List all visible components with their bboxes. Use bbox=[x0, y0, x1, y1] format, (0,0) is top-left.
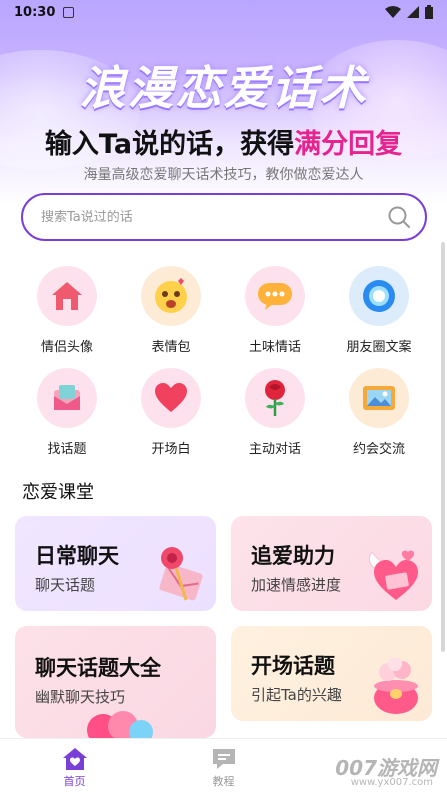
status-time: 10:30 bbox=[14, 4, 56, 20]
envelope-icon bbox=[37, 368, 97, 428]
home-icon bbox=[62, 748, 87, 770]
feature-label: 找话题 bbox=[47, 442, 87, 457]
feature-moments-copy[interactable]: 朋友圈文案 bbox=[329, 266, 429, 355]
scrollbar[interactable] bbox=[441, 242, 445, 652]
notification-icon bbox=[63, 6, 75, 18]
heart-balloons-icon bbox=[87, 711, 153, 738]
card-title: 日常聊天 bbox=[35, 544, 119, 568]
card-subtitle: 聊天话题 bbox=[35, 576, 96, 594]
watermark-url: www.yx007.com bbox=[350, 777, 433, 788]
winged-heart-icon bbox=[368, 550, 418, 600]
card-subtitle: 引起Ta的兴趣 bbox=[251, 686, 342, 704]
hero-description: 海量高级恋爱聊天话术技巧，教你做恋爱达人 bbox=[83, 167, 364, 183]
chat-bubble-icon bbox=[245, 266, 305, 326]
nav-tutorial[interactable]: 教程 bbox=[149, 739, 298, 794]
gift-box-icon bbox=[374, 657, 418, 714]
feature-date-talk[interactable]: 约会交流 bbox=[329, 368, 429, 457]
card-title: 追爱助力 bbox=[251, 544, 335, 568]
nav-home-label: 首页 bbox=[63, 775, 86, 788]
app-title: 浪漫恋爱话术 bbox=[79, 61, 368, 115]
house-icon bbox=[37, 266, 97, 326]
feature-label: 朋友圈文案 bbox=[346, 340, 412, 355]
rose-envelope-icon bbox=[159, 547, 203, 601]
wifi-icon bbox=[385, 6, 401, 18]
heart-icon bbox=[141, 368, 201, 428]
feature-find-topic[interactable]: 找话题 bbox=[17, 368, 117, 457]
feature-label: 情侣头像 bbox=[40, 340, 93, 355]
message-icon bbox=[212, 749, 235, 769]
feature-couple-avatar[interactable]: 情侣头像 bbox=[17, 266, 117, 355]
feature-opening-lines[interactable]: 开场白 bbox=[121, 368, 221, 457]
search-icon[interactable] bbox=[387, 205, 411, 229]
ring-icon bbox=[349, 266, 409, 326]
feature-label: 表情包 bbox=[151, 340, 191, 355]
feature-label: 土味情话 bbox=[248, 340, 301, 355]
battery-icon bbox=[425, 5, 433, 19]
hero-subtitle-main: 输入Ta说的话，获得 bbox=[44, 129, 295, 160]
search-input[interactable] bbox=[41, 209, 387, 225]
card-pursue-love[interactable]: 追爱助力 加速情感进度 bbox=[231, 516, 432, 611]
card-topics-collection[interactable]: 聊天话题大全 幽默聊天技巧 bbox=[15, 626, 216, 738]
card-opening-topics[interactable]: 开场话题 引起Ta的兴趣 bbox=[231, 626, 432, 721]
nav-tutorial-label: 教程 bbox=[212, 775, 235, 788]
signal-icon bbox=[407, 6, 419, 18]
feature-label: 约会交流 bbox=[352, 442, 405, 457]
rose-icon bbox=[245, 368, 305, 428]
feature-label: 主动对话 bbox=[248, 442, 301, 457]
emoji-icon bbox=[141, 266, 201, 326]
status-bar: 10:30 bbox=[0, 0, 447, 24]
feature-cheesy-lines[interactable]: 土味情话 bbox=[225, 266, 325, 355]
card-subtitle: 幽默聊天技巧 bbox=[35, 688, 126, 706]
feature-stickers[interactable]: 表情包 bbox=[121, 266, 221, 355]
nav-home[interactable]: 首页 bbox=[0, 739, 149, 794]
card-title: 开场话题 bbox=[251, 654, 335, 678]
search-bar[interactable] bbox=[21, 193, 427, 241]
card-title: 聊天话题大全 bbox=[35, 656, 161, 680]
card-daily-chat[interactable]: 日常聊天 聊天话题 bbox=[15, 516, 216, 611]
hero-subtitle-highlight: 满分回复 bbox=[294, 129, 403, 160]
feature-label: 开场白 bbox=[151, 442, 191, 457]
picture-icon bbox=[349, 368, 409, 428]
card-subtitle: 加速情感进度 bbox=[251, 576, 342, 594]
feature-start-conversation[interactable]: 主动对话 bbox=[225, 368, 325, 457]
section-title: 恋爱课堂 bbox=[22, 482, 94, 503]
hero-subtitle: 输入Ta说的话，获得满分回复 bbox=[0, 122, 447, 161]
